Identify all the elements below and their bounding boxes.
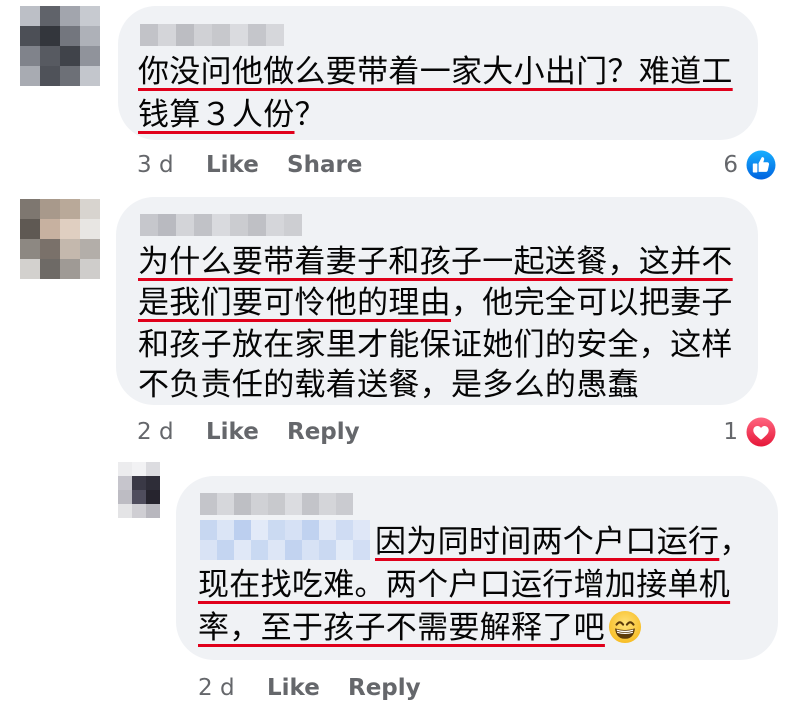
comment-text: ？ bbox=[294, 97, 326, 133]
comment-text-line: 钱算３人份？ bbox=[138, 94, 326, 136]
reaction-count: 1 bbox=[723, 419, 738, 445]
reply-text-line: 现在找吃难。两个户口运行增加接单机 bbox=[198, 564, 730, 606]
beaming-face-with-smiling-eyes-icon bbox=[608, 610, 641, 644]
comment-text: 不负责任的载着送餐，是多么的愚蠢 bbox=[138, 367, 639, 403]
commenter-avatar-redacted[interactable] bbox=[20, 6, 100, 86]
reply-button[interactable]: Reply bbox=[348, 673, 421, 703]
comment-text-line: 是我们要可怜他的理由，他完全可以把妻子 bbox=[138, 282, 733, 324]
like-button[interactable]: Like bbox=[206, 150, 259, 180]
underlined-text: 为什么要带着妻子和孩子一起送餐，这并不 bbox=[138, 244, 733, 280]
underlined-text: 因为同时间两个户口运行 bbox=[375, 524, 720, 560]
replier-name-redacted[interactable] bbox=[200, 493, 353, 515]
comment-text-line: 为什么要带着妻子和孩子一起送餐，这并不 bbox=[138, 241, 733, 283]
like-reaction-icon bbox=[744, 148, 778, 182]
comment-text: ，他完全可以把妻子 bbox=[451, 285, 733, 321]
underlined-text: 是我们要可怜他的理由 bbox=[138, 285, 451, 321]
comment-thread: 你没问他做么要带着一家大小出门？难道工 钱算３人份？ 3 d Like Shar… bbox=[0, 0, 800, 716]
reply-text-line: 率，至于孩子不需要解释了吧 bbox=[198, 607, 642, 649]
mention-redacted[interactable] bbox=[200, 520, 370, 560]
reaction-summary[interactable]: 1 bbox=[723, 415, 778, 449]
commenter-name-redacted[interactable] bbox=[140, 214, 302, 236]
commenter-avatar-redacted[interactable] bbox=[20, 199, 100, 279]
replier-avatar-redacted[interactable] bbox=[118, 462, 160, 518]
like-button[interactable]: Like bbox=[267, 673, 320, 703]
reply-button[interactable]: Reply bbox=[287, 417, 360, 447]
reply-text: ， bbox=[719, 524, 751, 560]
underlined-text: 你没问他做么要带着一家大小出门？难道工 bbox=[138, 54, 733, 90]
reply-timestamp[interactable]: 2 d bbox=[198, 673, 235, 703]
like-button[interactable]: Like bbox=[206, 417, 259, 447]
reaction-summary[interactable]: 6 bbox=[723, 148, 778, 182]
love-reaction-icon bbox=[744, 415, 778, 449]
comment-text-line: 不负责任的载着送餐，是多么的愚蠢 bbox=[138, 364, 639, 406]
comment-text: 和孩子放在家里才能保证她们的安全，这样 bbox=[138, 327, 733, 363]
underlined-text: 钱算３人份 bbox=[138, 97, 295, 133]
underlined-text: 率，至于孩子不需要解释了吧 bbox=[198, 610, 605, 646]
comment-text-line: 和孩子放在家里才能保证她们的安全，这样 bbox=[138, 324, 733, 366]
reply-text-line: 因为同时间两个户口运行， bbox=[375, 521, 751, 563]
underlined-text: 现在找吃难。两个户口运行增加接单机 bbox=[198, 567, 731, 603]
share-button[interactable]: Share bbox=[287, 150, 362, 180]
commenter-name-redacted[interactable] bbox=[140, 24, 284, 46]
reaction-count: 6 bbox=[723, 152, 738, 178]
comment-text-line: 你没问他做么要带着一家大小出门？难道工 bbox=[138, 51, 733, 93]
comment-timestamp[interactable]: 2 d bbox=[137, 417, 174, 447]
comment-timestamp[interactable]: 3 d bbox=[137, 150, 174, 180]
